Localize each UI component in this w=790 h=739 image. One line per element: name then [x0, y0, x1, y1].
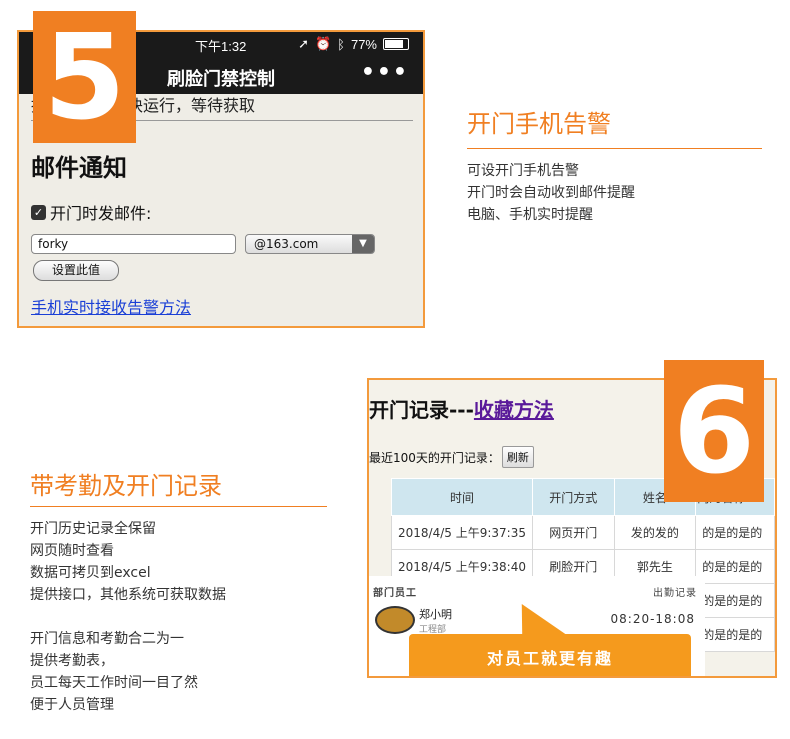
- feature-line: 网页随时查看: [30, 543, 114, 559]
- table-cell: 的是的是的: [695, 549, 775, 584]
- attendance-time: 08:20-18:08: [610, 612, 695, 626]
- feature-list: 可设开门手机告警 开门时会自动收到邮件提醒 电脑、手机实时提醒: [467, 160, 635, 226]
- recent-label: 最近100天的开门记录：: [369, 450, 500, 465]
- records-title-text: 开门记录---: [369, 398, 474, 422]
- column-header: 开门方式: [531, 478, 615, 516]
- employee-name: 郑小明: [419, 608, 452, 621]
- callout-banner: 对员工就更有趣: [409, 634, 691, 676]
- email-input[interactable]: forky: [31, 234, 236, 254]
- section-heading: 开门手机告警: [467, 110, 611, 138]
- battery-icon: [383, 38, 409, 50]
- set-value-button[interactable]: 设置此值: [33, 260, 119, 281]
- recent-bar: 最近100天的开门记录： 刷新: [369, 446, 534, 468]
- alarm-icon: ⏰: [314, 36, 332, 51]
- table-cell: 的是的是的: [695, 617, 775, 652]
- table-cell: 的是的是的: [695, 583, 775, 618]
- domain-value: @163.com: [254, 237, 319, 251]
- feature-line: 开门信息和考勤合二为一: [30, 631, 184, 647]
- checkbox-label: 开门时发邮件:: [50, 204, 152, 223]
- heading-rule: [30, 506, 327, 507]
- mail-checkbox-row[interactable]: ✓ 开门时发邮件:: [31, 200, 151, 224]
- table-row: 2018/4/5 上午9:37:35 网页开门 发的发的 的是的是的: [391, 515, 775, 550]
- battery-percent: 77%: [350, 36, 377, 52]
- help-link[interactable]: 手机实时接收告警方法: [31, 294, 191, 318]
- feature-line: 开门时会自动收到邮件提醒: [467, 185, 635, 201]
- feature-line: 提供接口，其他系统可获取数据: [30, 587, 226, 603]
- feature-line: 数据可拷贝到excel: [30, 565, 151, 581]
- avatar: [375, 606, 415, 634]
- overlay-header: 出勤记录 部门员工: [373, 584, 697, 599]
- feature-line: 员工每天工作时间一目了然: [30, 675, 198, 691]
- section-number-badge: 6: [664, 360, 764, 502]
- feature-line: 便于人员管理: [30, 697, 114, 713]
- table-cell: 2018/4/5 上午9:37:35: [391, 515, 533, 550]
- feature-line: 可设开门手机告警: [467, 163, 579, 179]
- callout-text: 对员工就更有趣: [486, 649, 613, 668]
- bluetooth-icon: ᛒ: [337, 36, 345, 52]
- section-number-badge: 5: [33, 11, 136, 143]
- domain-select[interactable]: @163.com ▼: [245, 234, 375, 254]
- more-icon[interactable]: •••: [361, 60, 409, 85]
- mail-title: 邮件通知: [31, 154, 127, 182]
- table-cell: 网页开门: [531, 515, 615, 550]
- refresh-button[interactable]: 刷新: [501, 446, 534, 468]
- feature-line: 电脑、手机实时提醒: [467, 207, 593, 223]
- table-cell: 的是的是的: [695, 515, 775, 550]
- chevron-down-icon: ▼: [352, 235, 374, 253]
- attendance-header: 出勤记录: [653, 588, 697, 599]
- column-header: 时间: [391, 478, 533, 516]
- location-icon: ➚: [298, 36, 309, 51]
- feature-line: 开门历史记录全保留: [30, 521, 156, 537]
- attendance-overlay: 出勤记录 部门员工 郑小明 工程部 08:20-18:08 对员工就更有趣: [369, 576, 705, 676]
- feature-line: 提供考勤表，: [30, 653, 114, 669]
- feature-list: 开门历史记录全保留 网页随时查看 数据可拷贝到excel 提供接口，其他系统可获…: [30, 518, 226, 606]
- heading-rule: [467, 148, 762, 149]
- checkbox-checked-icon[interactable]: ✓: [31, 204, 46, 220]
- status-right: ➚ ⏰ ᛒ 77%: [298, 36, 409, 52]
- bookmark-link[interactable]: 收藏方法: [474, 398, 554, 422]
- staff-header: 部门员工: [373, 588, 417, 599]
- feature-list: 开门信息和考勤合二为一 提供考勤表， 员工每天工作时间一目了然 便于人员管理: [30, 628, 198, 716]
- table-cell: 发的发的: [613, 515, 697, 550]
- status-time: 下午1:32: [195, 39, 247, 54]
- records-title: 开门记录---收藏方法: [369, 394, 554, 423]
- section-heading: 带考勤及开门记录: [30, 472, 222, 500]
